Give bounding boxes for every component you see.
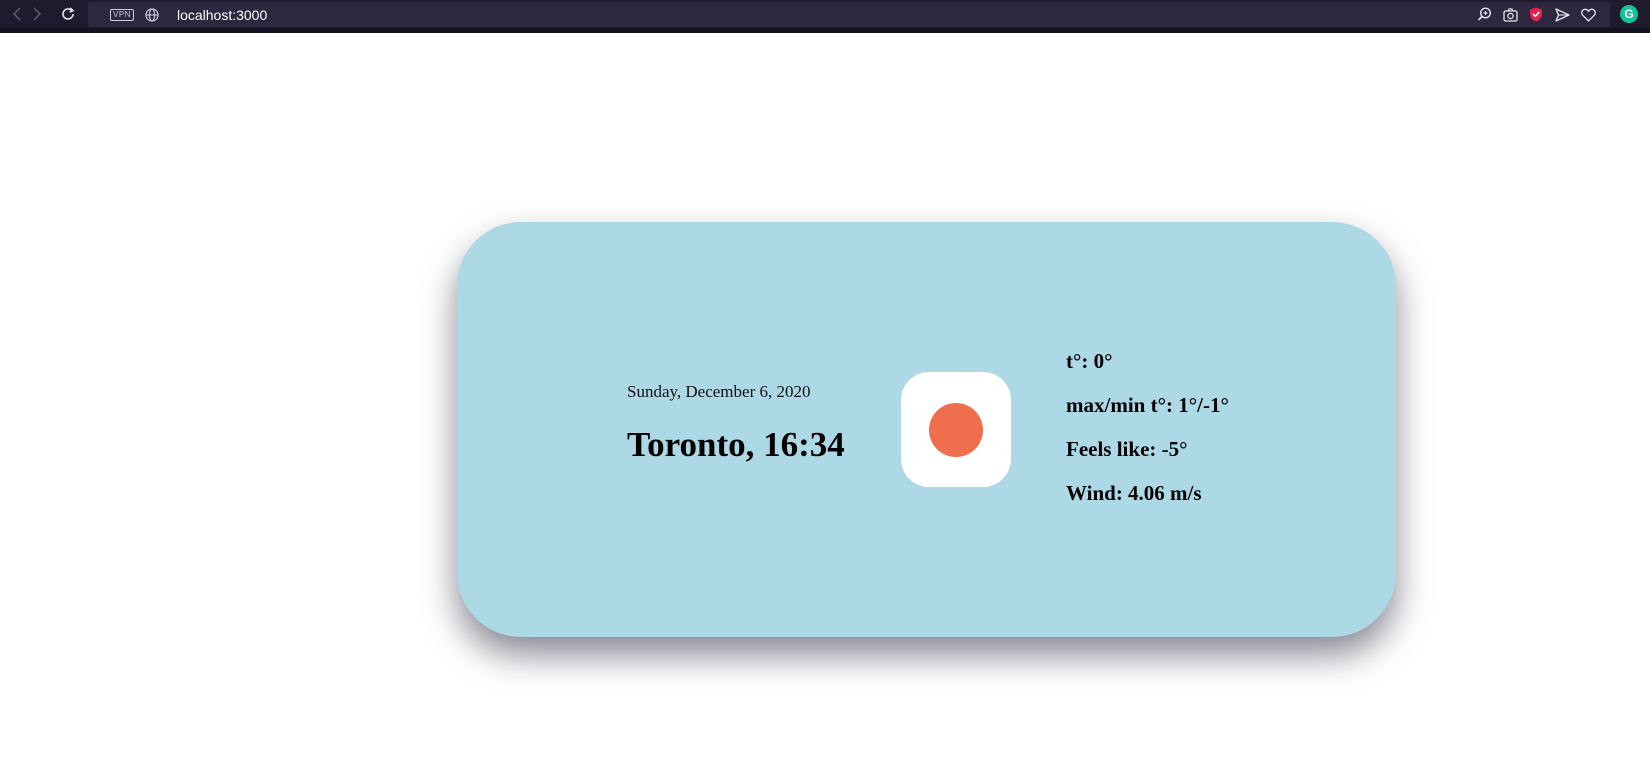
browser-toolbar: VPN localhost:3000 G xyxy=(0,0,1650,33)
reload-icon xyxy=(62,7,75,20)
max-min-stat: max/min t°: 1°/-1° xyxy=(1066,393,1229,417)
camera-icon[interactable] xyxy=(1502,7,1518,23)
sun-icon xyxy=(929,402,983,457)
address-bar-icons xyxy=(1476,2,1596,27)
weather-card: Sunday, December 6, 2020 Toronto, 16:34 … xyxy=(457,222,1396,637)
feels-like-stat: Feels like: -5° xyxy=(1066,437,1188,461)
zoom-icon[interactable] xyxy=(1476,7,1492,23)
date-text: Sunday, December 6, 2020 xyxy=(627,382,811,401)
city-time-heading: Toronto, 16:34 xyxy=(627,425,845,464)
address-bar[interactable]: VPN localhost:3000 xyxy=(88,2,1610,27)
grammarly-icon[interactable]: G xyxy=(1620,5,1638,23)
weather-icon-box xyxy=(901,372,1011,487)
forward-button[interactable] xyxy=(20,0,54,28)
reload-button[interactable] xyxy=(51,0,85,28)
weather-stats: t°: 0° max/min t°: 1°/-1° Feels like: -5… xyxy=(1066,348,1229,524)
chevron-right-icon xyxy=(33,7,42,21)
vpn-badge[interactable]: VPN xyxy=(110,8,134,21)
wind-stat: Wind: 4.06 m/s xyxy=(1066,481,1202,505)
temperature-stat: t°: 0° xyxy=(1066,349,1113,373)
globe-icon xyxy=(144,7,160,23)
shield-icon[interactable] xyxy=(1528,7,1544,23)
heart-icon[interactable] xyxy=(1580,7,1596,23)
url-text[interactable]: localhost:3000 xyxy=(177,7,267,23)
send-icon[interactable] xyxy=(1554,7,1570,23)
grammarly-label: G xyxy=(1624,7,1634,21)
